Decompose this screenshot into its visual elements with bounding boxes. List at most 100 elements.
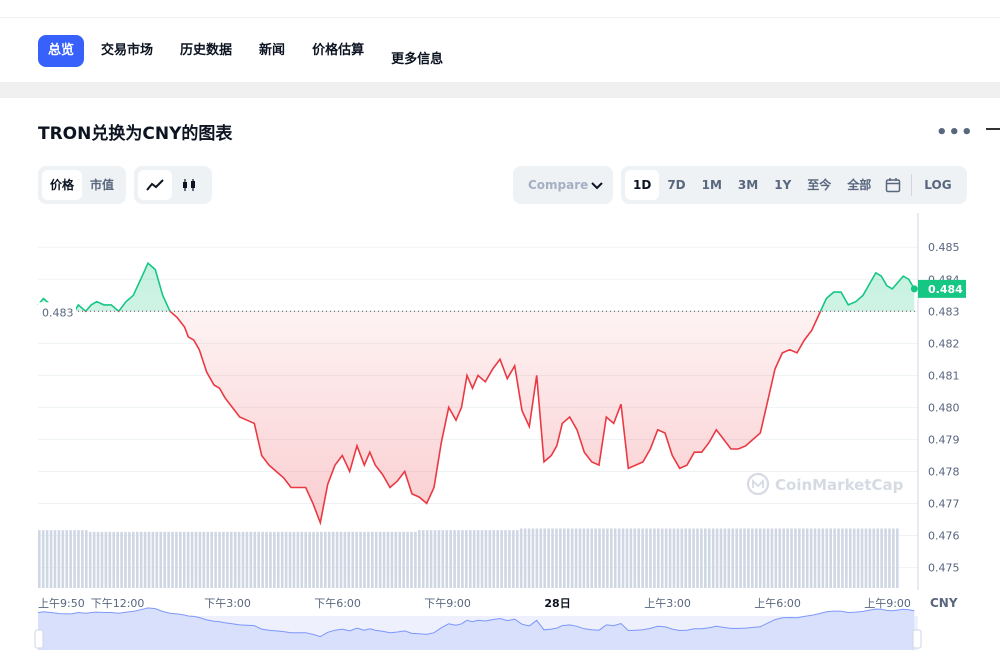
volume-bar <box>649 528 652 588</box>
volume-bar <box>182 531 186 588</box>
volume-bar <box>261 531 264 588</box>
volume-bar <box>668 528 672 588</box>
volume-bar <box>175 531 178 588</box>
volume-bar <box>743 528 746 588</box>
log-scale-toggle[interactable]: LOG <box>916 170 959 200</box>
range-1d[interactable]: 1D <box>625 170 660 200</box>
volume-bar <box>488 530 492 588</box>
volume-bar <box>45 530 49 588</box>
volume-bar <box>425 530 429 588</box>
compare-dropdown[interactable]: Compare <box>513 166 613 204</box>
volume-bar <box>864 528 868 588</box>
volume-bar <box>210 531 213 588</box>
volume-bar <box>237 531 241 588</box>
volume-bar <box>402 531 405 588</box>
tab-news[interactable]: 新闻 <box>249 35 295 67</box>
x-tick-label: 下午3:00 <box>204 597 251 610</box>
volume-bar <box>233 531 237 588</box>
calendar-icon[interactable] <box>879 170 907 200</box>
tab-price[interactable]: 价格 <box>42 170 83 200</box>
volume-bar <box>316 531 319 588</box>
volume-bar <box>543 528 546 588</box>
tab-more-info[interactable]: 更多信息 <box>381 44 453 76</box>
volume-bar <box>116 531 119 588</box>
volume-bar <box>692 528 695 588</box>
volume-bar <box>841 528 844 588</box>
price-lines <box>37 261 918 526</box>
volume-bar <box>433 530 437 588</box>
range-7d[interactable]: 7D <box>659 170 693 200</box>
y-tick-label: 0.479 <box>928 433 960 446</box>
volume-bar <box>617 528 621 588</box>
y-unit-label: CNY <box>930 596 958 610</box>
price-line-down <box>55 311 822 526</box>
volume-bar <box>888 528 891 588</box>
volume-bar <box>120 531 123 588</box>
price-area-up <box>38 263 915 312</box>
volume-bar <box>367 531 370 588</box>
watermark-text: CoinMarketCap <box>775 476 904 494</box>
chart-type-toggle <box>134 166 212 204</box>
volume-bar <box>872 528 876 588</box>
volume-bar <box>515 530 519 588</box>
tab-price-estimates[interactable]: 价格估算 <box>302 35 374 67</box>
volume-bar <box>582 528 586 588</box>
volume-bar <box>633 528 637 588</box>
volume-bar <box>394 531 398 588</box>
volume-bar <box>371 531 374 588</box>
volume-bar <box>276 531 280 588</box>
y-tick-label: 0.477 <box>928 498 960 511</box>
volume-bar <box>594 528 597 588</box>
tab-markets[interactable]: 交易市场 <box>91 35 163 67</box>
range-1y[interactable]: 1Y <box>766 170 799 200</box>
range-all[interactable]: 全部 <box>839 170 879 200</box>
volume-bar <box>410 531 413 588</box>
tab-overview[interactable]: 总览 <box>38 35 85 67</box>
volume-bar <box>241 531 245 588</box>
volume-bar <box>547 528 550 588</box>
tab-historical-data[interactable]: 历史数据 <box>170 35 242 67</box>
volume-bar <box>85 530 88 588</box>
range-3m[interactable]: 3M <box>730 170 766 200</box>
range-separator <box>911 174 913 196</box>
navigator-right-handle[interactable] <box>912 629 922 649</box>
volume-bar <box>359 531 362 588</box>
volume-bar <box>320 531 323 588</box>
volume-bar <box>128 531 131 588</box>
volume-bar <box>437 530 441 588</box>
volume-bar <box>602 528 605 588</box>
volume-bar <box>449 530 452 588</box>
price-area-down <box>56 311 821 523</box>
volume-bar <box>421 530 425 588</box>
volume-bar <box>214 531 217 588</box>
range-ytd[interactable]: 至今 <box>799 170 839 200</box>
volume-bar <box>782 528 785 588</box>
volume-bar <box>700 528 703 588</box>
volume-bar <box>186 531 190 588</box>
current-price-badge <box>918 279 966 298</box>
volume-bar <box>680 528 684 588</box>
volume-bar <box>778 528 782 588</box>
tab-market-cap[interactable]: 市值 <box>82 170 122 200</box>
volume-bar <box>167 531 170 588</box>
navigator-left-handle[interactable] <box>34 629 44 649</box>
volume-bar <box>555 528 558 588</box>
volume-bar <box>539 528 543 588</box>
volume-bar <box>304 531 308 588</box>
volume-bar <box>637 528 641 588</box>
volume-bar <box>876 528 880 588</box>
volume-bar <box>621 528 625 588</box>
chart-grid <box>38 213 919 590</box>
volume-bar <box>327 531 331 588</box>
volume-bar <box>657 528 660 588</box>
volume-bar <box>253 531 257 588</box>
volume-bar <box>132 531 135 588</box>
volume-bar <box>606 528 609 588</box>
volume-bar <box>813 528 817 588</box>
range-1m[interactable]: 1M <box>694 170 730 200</box>
volume-bar <box>390 531 394 588</box>
section-divider-band <box>0 82 1000 98</box>
line-chart-icon[interactable] <box>138 170 172 200</box>
more-dots-icon[interactable]: ••• <box>936 122 974 143</box>
candlestick-icon[interactable] <box>172 170 206 200</box>
